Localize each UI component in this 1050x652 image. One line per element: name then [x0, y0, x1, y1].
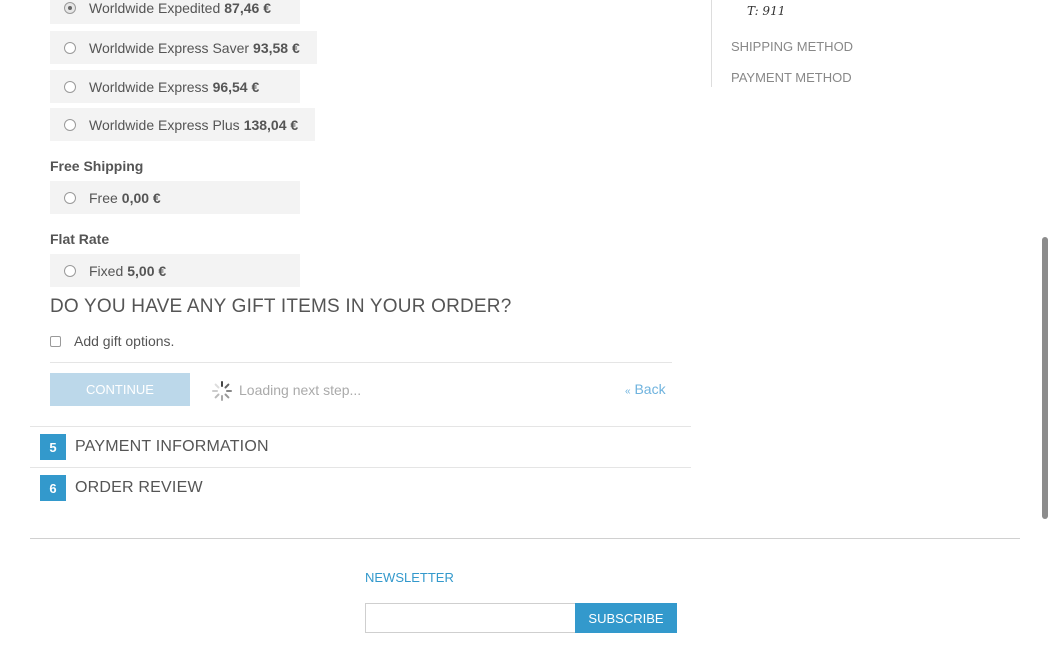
subscribe-button[interactable]: SUBSCRIBE: [575, 603, 677, 633]
option-price: 0,00 €: [121, 189, 161, 206]
divider: [50, 362, 672, 363]
newsletter-label: NEWSLETTER: [365, 570, 454, 585]
sidebar-item-shipping-method[interactable]: SHIPPING METHOD: [731, 39, 853, 54]
gift-options-label[interactable]: Add gift options.: [74, 333, 174, 349]
step-title-payment-information[interactable]: PAYMENT INFORMATION: [75, 438, 269, 456]
back-link[interactable]: « Back: [625, 381, 666, 397]
gift-options-checkbox[interactable]: [50, 335, 61, 347]
option-label: Worldwide Express Saver: [89, 39, 250, 56]
option-price: 5,00 €: [127, 262, 167, 279]
shipping-option-fixed[interactable]: Fixed 5,00 €: [50, 254, 300, 287]
option-label: Fixed: [89, 262, 124, 279]
radio-fixed[interactable]: [64, 264, 76, 277]
radio-worldwide-express-saver[interactable]: [64, 41, 76, 54]
back-arrow-icon: «: [625, 386, 631, 397]
gift-heading: DO YOU HAVE ANY GIFT ITEMS IN YOUR ORDER…: [50, 296, 512, 317]
sidebar-item-payment-method[interactable]: PAYMENT METHOD: [731, 70, 852, 85]
scrollbar-thumb[interactable]: [1042, 237, 1048, 519]
divider: [30, 467, 691, 468]
sidebar-divider: [711, 0, 712, 87]
back-label: Back: [634, 381, 666, 397]
flat-rate-title: Flat Rate: [50, 231, 110, 247]
step-number-5: 5: [40, 434, 66, 460]
shipping-option-worldwide-express-saver[interactable]: Worldwide Express Saver 93,58 €: [50, 31, 317, 64]
option-label: Worldwide Expedited: [89, 0, 221, 16]
option-label: Worldwide Express Plus: [89, 116, 240, 133]
sidebar-phone: T: 911: [747, 4, 786, 18]
step-number-6: 6: [40, 475, 66, 501]
divider: [30, 426, 691, 427]
radio-worldwide-expedited[interactable]: [64, 1, 76, 14]
gift-options-row[interactable]: Add gift options.: [50, 333, 174, 349]
loading-text: Loading next step...: [239, 382, 362, 398]
footer-divider: [30, 538, 1020, 539]
option-price: 138,04 €: [243, 116, 299, 133]
radio-worldwide-express-plus[interactable]: [64, 118, 76, 131]
option-price: 93,58 €: [253, 39, 300, 56]
continue-button[interactable]: CONTINUE: [50, 373, 190, 406]
shipping-option-worldwide-expedited[interactable]: Worldwide Expedited 87,46 €: [50, 0, 300, 24]
shipping-option-free[interactable]: Free 0,00 €: [50, 181, 300, 214]
option-price: 87,46 €: [224, 0, 271, 16]
free-shipping-title: Free Shipping: [50, 158, 144, 174]
loading-spinner-icon: [212, 381, 232, 401]
shipping-option-worldwide-express-plus[interactable]: Worldwide Express Plus 138,04 €: [50, 108, 315, 141]
radio-free[interactable]: [64, 191, 76, 204]
option-price: 96,54 €: [212, 78, 260, 95]
option-label: Worldwide Express: [89, 78, 209, 95]
step-title-order-review[interactable]: ORDER REVIEW: [75, 479, 203, 497]
shipping-option-worldwide-express[interactable]: Worldwide Express 96,54 €: [50, 70, 300, 103]
option-label: Free: [89, 189, 118, 206]
newsletter-email-input[interactable]: [365, 603, 576, 633]
radio-worldwide-express[interactable]: [64, 80, 76, 93]
